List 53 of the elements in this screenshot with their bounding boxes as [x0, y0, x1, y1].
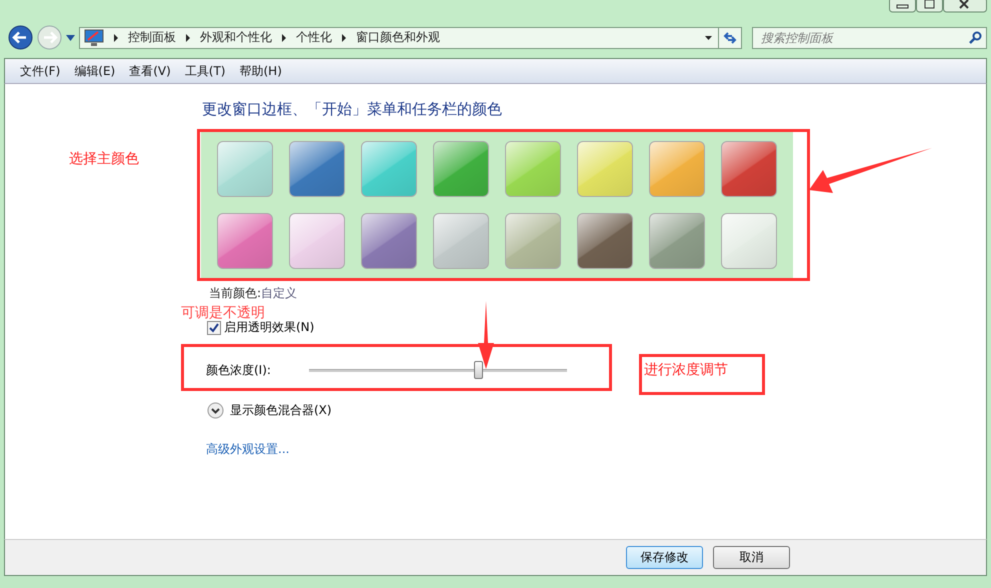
color-mixer-toggle[interactable]: 显示颜色混合器(X) — [230, 402, 332, 419]
color-swatch[interactable] — [577, 213, 633, 269]
breadcrumb-item[interactable]: 窗口颜色和外观 — [356, 29, 440, 46]
advanced-settings-link[interactable]: 高级外观设置... — [206, 441, 290, 458]
annotation-text: 选择主颜色 — [69, 150, 139, 168]
menu-item[interactable]: 编辑(E) — [67, 62, 122, 80]
menu-item[interactable]: 文件(F) — [13, 62, 68, 80]
color-swatch[interactable] — [217, 213, 273, 269]
color-swatch[interactable] — [505, 141, 561, 197]
expand-chevron-icon[interactable] — [207, 402, 224, 419]
slider-thumb[interactable] — [474, 360, 484, 378]
current-color-label: 当前颜色: — [209, 286, 262, 300]
color-swatch[interactable] — [361, 141, 417, 197]
search-icon[interactable] — [969, 30, 982, 44]
color-swatch[interactable] — [433, 141, 489, 197]
maximize-button[interactable] — [916, 0, 943, 13]
color-swatch[interactable] — [217, 141, 273, 197]
minimize-button[interactable] — [889, 0, 916, 13]
color-swatch[interactable] — [505, 213, 561, 269]
dialog-button[interactable]: 取消 — [713, 546, 790, 569]
menu-item[interactable]: 帮助(H) — [232, 62, 289, 80]
dialog-button[interactable]: 保存修改 — [626, 546, 703, 569]
search-field[interactable]: 搜索控制面板 — [752, 26, 987, 48]
address-bar[interactable]: 控制面板 外观和个性化 个性化 窗口颜色和外观 — [79, 26, 719, 48]
intensity-label: 颜色浓度(I): — [206, 362, 272, 378]
color-swatch[interactable] — [649, 213, 705, 269]
color-swatch[interactable] — [361, 213, 417, 269]
refresh-icon — [723, 30, 737, 44]
breadcrumb-item[interactable]: 外观和个性化 — [200, 29, 272, 46]
menu-item[interactable]: 工具(T) — [178, 62, 232, 80]
color-swatch[interactable] — [289, 213, 345, 269]
color-swatch[interactable] — [649, 141, 705, 197]
color-swatch[interactable] — [721, 141, 777, 197]
close-button[interactable] — [943, 0, 987, 13]
color-swatch[interactable] — [289, 141, 345, 197]
recent-pages-caret-icon[interactable] — [66, 34, 75, 40]
color-swatch[interactable] — [433, 213, 489, 269]
page-heading: 更改窗口边框、「开始」菜单和任务栏的颜色 — [202, 100, 503, 119]
menu-item[interactable]: 查看(V) — [122, 62, 178, 80]
annotation-text: 进行浓度调节 — [639, 354, 765, 395]
refresh-button[interactable] — [718, 26, 742, 48]
breadcrumb-item[interactable]: 控制面板 — [128, 29, 176, 46]
checkmark-icon — [209, 322, 219, 332]
color-swatch[interactable] — [721, 213, 777, 269]
annotation-text: 可调是不透明 — [181, 304, 265, 321]
dropdown-caret-icon[interactable] — [705, 36, 712, 40]
transparency-checkbox[interactable] — [207, 320, 221, 334]
current-color-value: 自定义 — [261, 286, 298, 300]
color-swatch[interactable] — [577, 141, 633, 197]
transparency-label[interactable]: 启用透明效果(N) — [224, 319, 314, 336]
back-button[interactable] — [8, 25, 33, 50]
breadcrumb-item[interactable]: 个性化 — [296, 29, 332, 46]
control-panel-icon — [84, 28, 104, 46]
